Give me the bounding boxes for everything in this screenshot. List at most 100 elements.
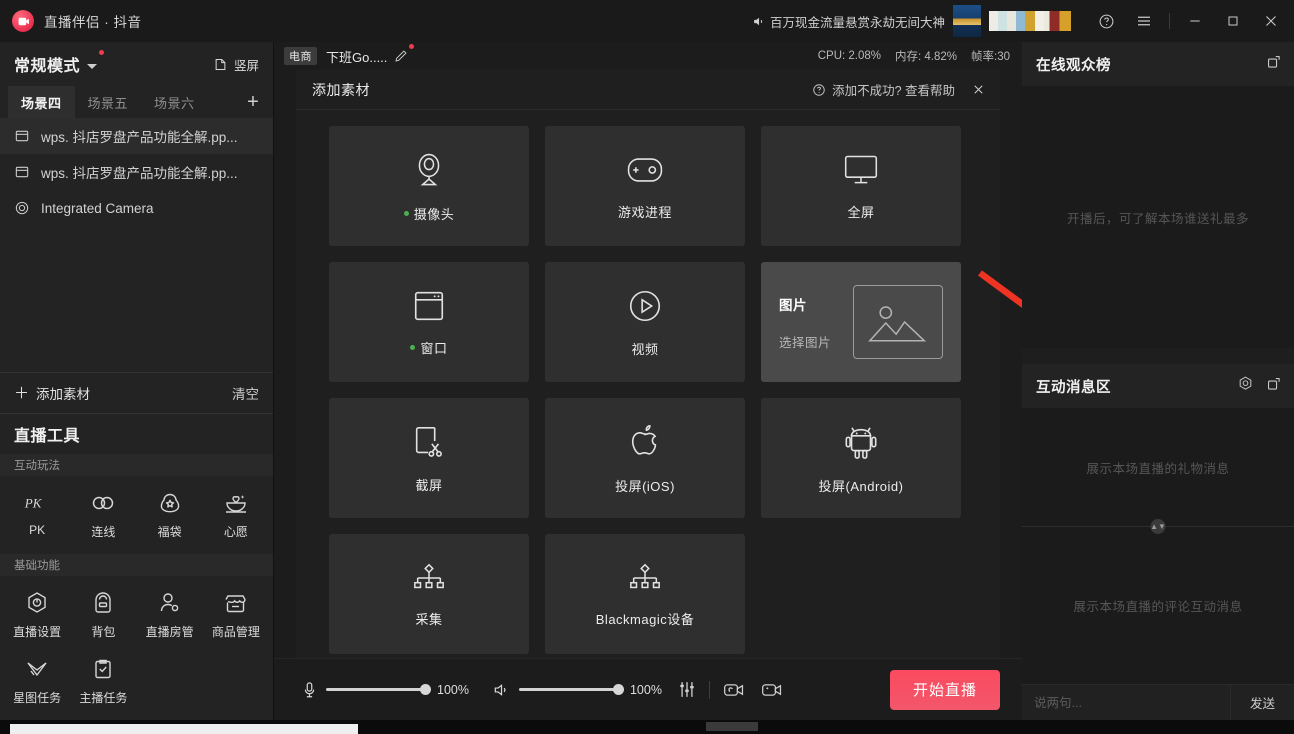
source-label: Integrated Camera: [41, 200, 154, 216]
card-label: 游戏进程: [617, 204, 672, 220]
close-button[interactable]: [1252, 0, 1290, 42]
mic-volume-slider[interactable]: [326, 684, 431, 695]
card-game-process[interactable]: 游戏进程: [545, 126, 745, 246]
card-label-wrap: 窗口: [410, 338, 447, 357]
card-screenshot[interactable]: 截屏: [329, 398, 529, 518]
tool-link[interactable]: 连线: [70, 486, 136, 548]
card-cast-ios[interactable]: 投屏(iOS): [545, 398, 745, 518]
tool-product-manage[interactable]: 商品管理: [203, 586, 269, 648]
scene-tab-2[interactable]: 场景五: [75, 86, 142, 118]
vertical-screen-button[interactable]: 竖屏: [213, 55, 259, 74]
room-admin-icon: [157, 590, 183, 616]
card-cast-android[interactable]: 投屏(Android): [761, 398, 961, 518]
tool-pk[interactable]: PK PK: [4, 486, 70, 548]
message-splitter[interactable]: ▲▼: [1022, 519, 1294, 534]
dialog-help-link[interactable]: 添加不成功? 查看帮助: [812, 80, 955, 99]
material-card-grid: 摄像头 游戏进程 全屏 窗口 视频 图片 选择图片 截屏 投屏(iOS) 投屏(…: [296, 110, 1000, 654]
speaker-volume-slider[interactable]: [518, 684, 624, 695]
capture-device-icon: [626, 561, 664, 595]
help-button[interactable]: [1087, 0, 1125, 42]
promo-thumbnail[interactable]: [953, 5, 981, 37]
tool-room-admin[interactable]: 直播房管: [137, 586, 203, 648]
clear-sources-button[interactable]: 清空: [232, 383, 259, 403]
popout-icon[interactable]: [1266, 376, 1282, 397]
image-preview-box[interactable]: [853, 285, 943, 359]
source-item-2[interactable]: wps. 抖店罗盘产品功能全解.pp...: [0, 154, 273, 190]
source-list: wps. 抖店罗盘产品功能全解.pp... wps. 抖店罗盘产品功能全解.pp…: [0, 118, 273, 226]
capture-device-icon: [410, 561, 448, 595]
tool-label: 背包: [91, 625, 116, 639]
tool-lucky-bag[interactable]: 福袋: [137, 486, 203, 548]
mode-row: 常规模式 竖屏: [0, 42, 273, 86]
card-label-wrap: 投屏(Android): [819, 476, 904, 495]
promo-marquee[interactable]: 百万现金流量悬赏永劫无间大神: [751, 12, 945, 31]
mic-slider-knob[interactable]: [420, 684, 431, 695]
message-panel-header: 互动消息区: [1022, 364, 1294, 408]
card-label: 图片: [779, 297, 807, 313]
mode-label[interactable]: 常规模式: [14, 52, 80, 76]
chat-input[interactable]: [1022, 685, 1230, 720]
add-material-button[interactable]: ＋ 添加素材: [14, 383, 90, 403]
tool-wish[interactable]: 心愿: [203, 486, 269, 548]
card-blackmagic[interactable]: Blackmagic设备: [545, 534, 745, 654]
audio-mixer-icon[interactable]: [678, 680, 696, 699]
star-map-icon: [24, 656, 50, 682]
card-label-wrap: 视频: [631, 339, 658, 358]
viewer-empty-hint: 开播后，可了解本场谁送礼最多: [1066, 211, 1249, 226]
dialog-title: 添加素材: [312, 81, 370, 98]
tool-label: 商品管理: [211, 625, 260, 639]
chevron-down-icon[interactable]: [87, 63, 98, 69]
splitter-grip-icon[interactable]: ▲▼: [1150, 519, 1166, 534]
scene-tab-3[interactable]: 场景六: [141, 86, 208, 118]
tool-live-settings[interactable]: 直播设置: [4, 586, 70, 648]
card-fullscreen[interactable]: 全屏: [761, 126, 961, 246]
menu-button[interactable]: [1125, 0, 1163, 42]
speaker-icon[interactable]: [491, 682, 513, 698]
message-panel-title: 互动消息区: [1036, 379, 1111, 396]
source-label: wps. 抖店罗盘产品功能全解.pp...: [41, 130, 238, 145]
scene-tabs: 场景四 场景五 场景六 +: [0, 86, 273, 118]
maximize-button[interactable]: [1214, 0, 1252, 42]
pencil-icon[interactable]: [394, 49, 408, 63]
card-label: 投屏(iOS): [615, 478, 675, 494]
apple-icon: [628, 422, 662, 462]
speaker-announce-icon: [751, 15, 766, 28]
card-image[interactable]: 图片 选择图片: [761, 262, 961, 382]
microphone-icon[interactable]: [298, 681, 320, 699]
group-header-basic: 基础功能: [0, 554, 273, 576]
popout-icon[interactable]: [1266, 54, 1282, 75]
card-label-wrap: 采集: [415, 609, 442, 628]
image-icon: [868, 306, 927, 342]
tool-label: 星图任务: [13, 691, 62, 705]
webcam-icon: [409, 150, 449, 190]
promo-banner-strip[interactable]: [989, 11, 1071, 31]
send-button[interactable]: 发送: [1230, 685, 1294, 720]
tool-backpack[interactable]: 背包: [70, 586, 136, 648]
source-item-1[interactable]: wps. 抖店罗盘产品功能全解.pp...: [0, 118, 273, 154]
start-broadcast-button[interactable]: 开始直播: [890, 669, 1000, 710]
tool-star-map[interactable]: 星图任务: [4, 652, 70, 714]
card-video[interactable]: 视频: [545, 262, 745, 382]
source-item-3[interactable]: Integrated Camera: [0, 190, 273, 226]
window-source-icon: [14, 164, 31, 181]
speaker-slider-knob[interactable]: [612, 684, 624, 695]
card-sub-label[interactable]: 选择图片: [779, 332, 831, 351]
tool-anchor-task[interactable]: 主播任务: [70, 652, 136, 714]
camera-flip-icon[interactable]: [723, 681, 745, 699]
active-status-dot: [403, 210, 409, 216]
gear-icon[interactable]: [1237, 375, 1254, 397]
add-material-dialog: 添加素材 添加不成功? 查看帮助 摄像头 游戏进程 全屏 窗口 视频 图片 选择…: [296, 70, 1000, 658]
scene-tab-1[interactable]: 场景四: [8, 86, 75, 118]
app-logo-icon: [12, 10, 34, 32]
minimize-button[interactable]: [1176, 0, 1214, 42]
card-label: 采集: [415, 611, 443, 627]
camera-icon[interactable]: [761, 681, 783, 699]
question-circle-icon: [813, 83, 825, 96]
speaker-volume-group: 100%: [491, 682, 662, 698]
dialog-close-button[interactable]: [971, 82, 986, 97]
card-webcam[interactable]: 摄像头: [329, 126, 529, 246]
message-panel-actions: [1237, 375, 1282, 397]
card-capture[interactable]: 采集: [329, 534, 529, 654]
add-scene-button[interactable]: +: [233, 86, 273, 118]
card-window[interactable]: 窗口: [329, 262, 529, 382]
